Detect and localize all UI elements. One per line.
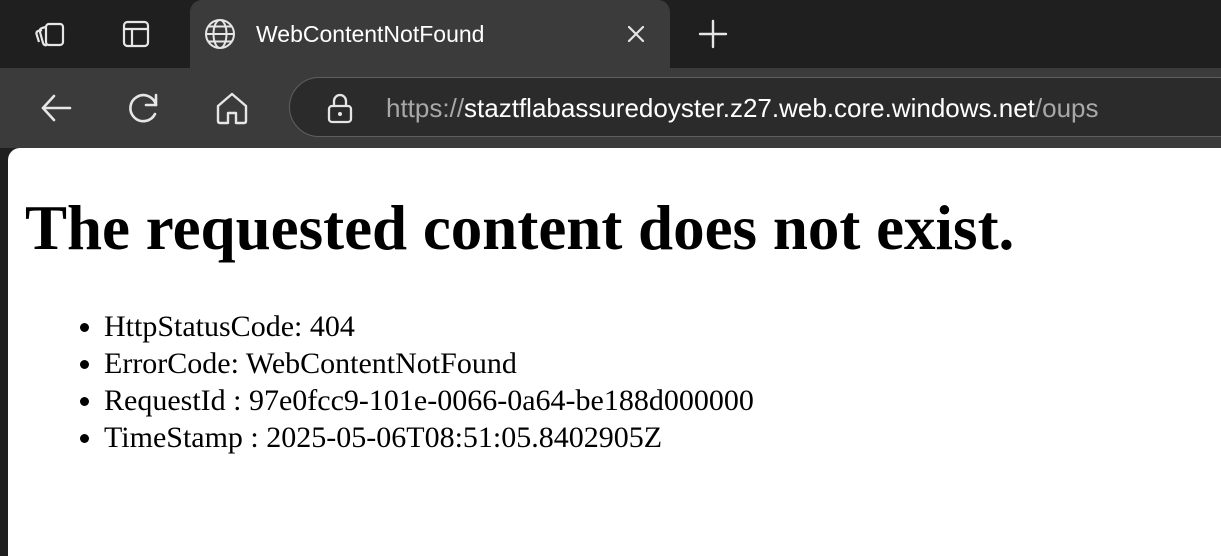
bullet — [80, 434, 89, 443]
url-text[interactable]: https://staztflabassuredoyster.z27.web.c… — [386, 91, 1099, 125]
tab-strip: WebContentNotFound — [0, 0, 1221, 68]
list-item: RequestId : 97e0fcc9-101e-0066-0a64-be18… — [80, 382, 754, 419]
list-item: ErrorCode: WebContentNotFound — [80, 345, 754, 382]
bullet — [80, 397, 89, 406]
close-icon[interactable] — [620, 18, 652, 50]
url-path: /oups — [1034, 93, 1099, 123]
back-arrow-icon[interactable] — [32, 84, 80, 132]
plus-icon[interactable] — [691, 12, 735, 56]
page-viewport: The requested content does not exist. Ht… — [8, 148, 1221, 556]
detail-request-id: RequestId : 97e0fcc9-101e-0066-0a64-be18… — [104, 384, 754, 417]
list-item: HttpStatusCode: 404 — [80, 308, 754, 345]
lock-icon[interactable] — [324, 92, 356, 124]
navigation-toolbar: https://staztflabassuredoyster.z27.web.c… — [0, 68, 1221, 148]
page-title: The requested content does not exist. — [25, 193, 1015, 263]
detail-http-status: HttpStatusCode: 404 — [104, 310, 355, 343]
globe-icon — [202, 16, 238, 52]
detail-timestamp: TimeStamp : 2025-05-06T08:51:05.8402905Z — [104, 421, 663, 454]
detail-error-code: ErrorCode: WebContentNotFound — [104, 347, 517, 380]
list-item: TimeStamp : 2025-05-06T08:51:05.8402905Z — [80, 419, 754, 456]
bullet — [80, 360, 89, 369]
tab-actions-icon[interactable] — [114, 12, 158, 56]
bullet — [80, 323, 89, 332]
tab-title: WebContentNotFound — [256, 21, 485, 47]
active-tab[interactable]: WebContentNotFound — [190, 0, 670, 68]
error-details-list: HttpStatusCode: 404 ErrorCode: WebConten… — [80, 308, 754, 456]
address-bar[interactable]: https://staztflabassuredoyster.z27.web.c… — [289, 77, 1221, 137]
refresh-icon[interactable] — [120, 84, 168, 132]
url-host: staztflabassuredoyster.z27.web.core.wind… — [464, 93, 1035, 123]
url-scheme: https:// — [386, 93, 465, 123]
home-icon[interactable] — [208, 84, 256, 132]
workspaces-icon[interactable] — [29, 12, 73, 56]
